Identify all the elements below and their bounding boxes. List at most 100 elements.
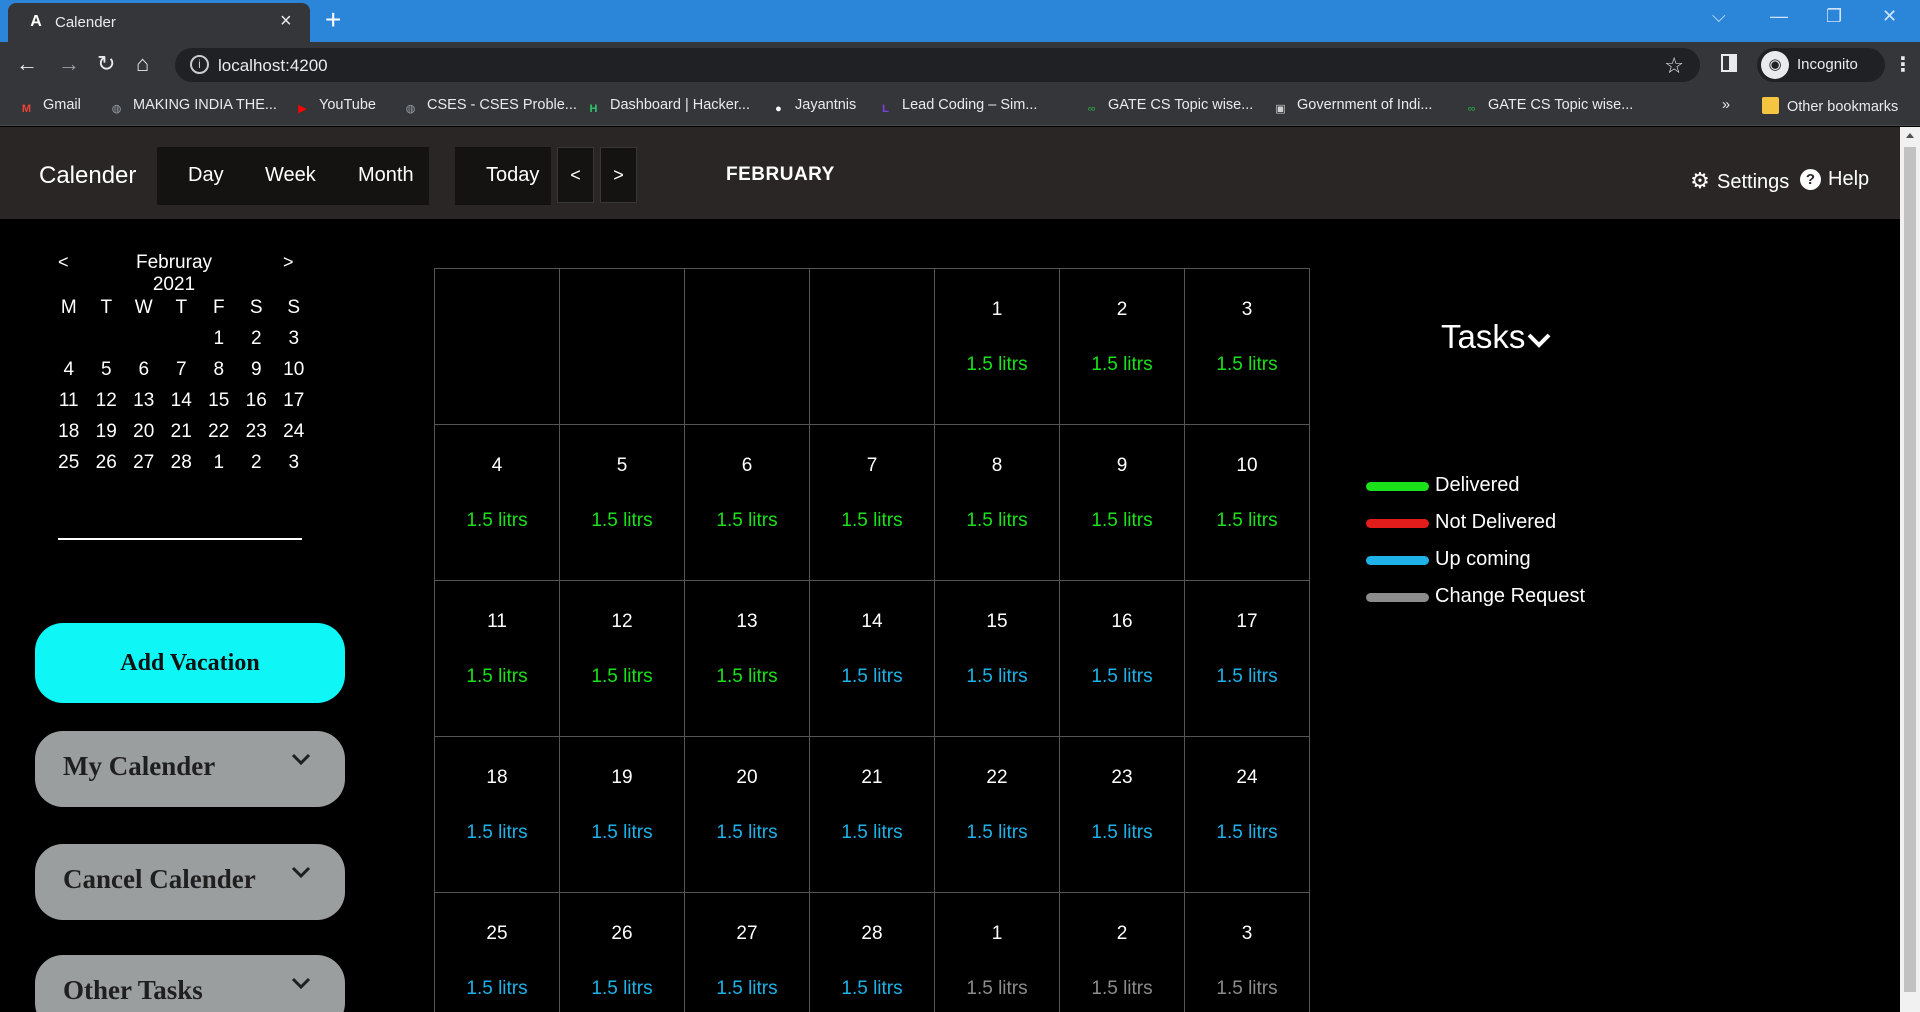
day-cell[interactable]: 12 1.5 litrs [560, 581, 685, 737]
day-cell[interactable]: 26 1.5 litrs [560, 893, 685, 1012]
day-cell[interactable]: 19 1.5 litrs [560, 737, 685, 893]
mini-day[interactable]: 12 [88, 385, 126, 416]
mini-prev-button[interactable]: < [58, 252, 69, 273]
back-icon[interactable]: ← [16, 52, 38, 76]
day-cell[interactable]: 27 1.5 litrs [685, 893, 810, 1012]
mini-day[interactable]: 7 [163, 354, 201, 385]
mini-day[interactable]: 1 [200, 447, 238, 478]
mini-day[interactable]: 27 [125, 447, 163, 478]
bookmark-item[interactable]: ● Jayantnis [770, 97, 856, 118]
browser-menu-icon[interactable]: ⋮ [1893, 52, 1913, 77]
mini-day[interactable]: 26 [88, 447, 126, 478]
bookmark-star-icon[interactable]: ☆ [1664, 53, 1684, 79]
window-close-icon[interactable]: ✕ [1882, 6, 1897, 27]
bookmark-item[interactable]: ◍ MAKING INDIA THE... [108, 97, 277, 118]
page-scrollbar[interactable] [1900, 127, 1920, 1012]
new-tab-icon[interactable]: + [325, 5, 341, 35]
side-panel-icon[interactable] [1721, 54, 1737, 72]
reload-icon[interactable]: ↻ [97, 52, 115, 76]
other-tasks-accordion[interactable]: Other Tasks [35, 955, 345, 1012]
mini-day[interactable]: 13 [125, 385, 163, 416]
day-cell[interactable]: 1 1.5 litrs [935, 269, 1060, 425]
home-icon[interactable]: ⌂ [136, 52, 149, 76]
bookmarks-overflow-icon[interactable]: » [1722, 97, 1730, 113]
mini-day[interactable]: 18 [50, 416, 88, 447]
other-bookmarks[interactable]: Other bookmarks [1762, 97, 1898, 115]
close-tab-icon[interactable]: × [280, 11, 292, 31]
day-cell[interactable]: 2 1.5 litrs [1060, 893, 1185, 1012]
day-cell[interactable]: 4 1.5 litrs [435, 425, 560, 581]
help-button[interactable]: ? Help [1800, 168, 1869, 191]
mini-day[interactable]: 3 [275, 323, 313, 354]
mini-day[interactable]: 2 [238, 447, 276, 478]
bookmark-item[interactable]: M Gmail [18, 97, 81, 118]
day-cell[interactable]: 8 1.5 litrs [935, 425, 1060, 581]
bookmark-item[interactable]: ∞ GATE CS Topic wise... [1083, 97, 1254, 118]
prev-month-button[interactable]: < [557, 147, 594, 203]
mini-day[interactable]: 10 [275, 354, 313, 385]
mini-day[interactable]: 22 [200, 416, 238, 447]
mini-day[interactable]: 3 [275, 447, 313, 478]
mini-next-button[interactable]: > [283, 252, 294, 273]
settings-button[interactable]: ⚙ Settings [1689, 168, 1789, 194]
view-week-button[interactable]: Week [265, 164, 316, 187]
day-cell[interactable]: 25 1.5 litrs [435, 893, 560, 1012]
add-vacation-button[interactable]: Add Vacation [35, 623, 345, 703]
day-cell[interactable]: 15 1.5 litrs [935, 581, 1060, 737]
mini-day[interactable]: 1 [200, 323, 238, 354]
url-text[interactable]: localhost:4200 [218, 56, 328, 76]
view-day-button[interactable]: Day [188, 164, 224, 187]
minimize-icon[interactable]: — [1770, 6, 1788, 27]
day-cell[interactable]: 20 1.5 litrs [685, 737, 810, 893]
mini-day[interactable]: 5 [88, 354, 126, 385]
day-cell[interactable]: 11 1.5 litrs [435, 581, 560, 737]
day-cell[interactable]: 16 1.5 litrs [1060, 581, 1185, 737]
address-bar[interactable]: i localhost:4200 ☆ [175, 48, 1700, 82]
day-cell[interactable]: 28 1.5 litrs [810, 893, 935, 1012]
tab-search-icon[interactable]: ⌵ [1712, 6, 1726, 27]
incognito-profile-button[interactable]: ◉ Incognito [1757, 48, 1885, 82]
mini-day[interactable]: 8 [200, 354, 238, 385]
chevron-down-icon[interactable] [1526, 330, 1552, 350]
day-cell[interactable]: 24 1.5 litrs [1185, 737, 1310, 893]
mini-day[interactable]: 20 [125, 416, 163, 447]
mini-day[interactable]: 9 [238, 354, 276, 385]
day-cell[interactable]: 18 1.5 litrs [435, 737, 560, 893]
view-month-button[interactable]: Month [358, 164, 414, 187]
day-cell[interactable]: 9 1.5 litrs [1060, 425, 1185, 581]
day-cell[interactable]: 3 1.5 litrs [1185, 269, 1310, 425]
next-month-button[interactable]: > [600, 147, 637, 203]
day-cell[interactable]: 21 1.5 litrs [810, 737, 935, 893]
mini-day[interactable]: 17 [275, 385, 313, 416]
scroll-up-icon[interactable] [1906, 133, 1914, 138]
mini-day[interactable]: 11 [50, 385, 88, 416]
restore-icon[interactable]: ❐ [1826, 6, 1842, 27]
mini-day[interactable]: 19 [88, 416, 126, 447]
day-cell[interactable]: 22 1.5 litrs [935, 737, 1060, 893]
tasks-dropdown[interactable]: Tasks [1441, 318, 1525, 356]
mini-day[interactable]: 6 [125, 354, 163, 385]
mini-day[interactable]: 28 [163, 447, 201, 478]
mini-day[interactable]: 15 [200, 385, 238, 416]
day-cell[interactable]: 13 1.5 litrs [685, 581, 810, 737]
forward-icon[interactable]: → [58, 52, 80, 76]
day-cell[interactable]: 23 1.5 litrs [1060, 737, 1185, 893]
mini-day[interactable]: 23 [238, 416, 276, 447]
mini-day[interactable]: 25 [50, 447, 88, 478]
day-cell[interactable]: 3 1.5 litrs [1185, 893, 1310, 1012]
mini-day[interactable]: 2 [238, 323, 276, 354]
bookmark-item[interactable]: ▣ Government of Indi... [1272, 97, 1432, 118]
scroll-thumb[interactable] [1904, 147, 1916, 992]
day-cell[interactable]: 6 1.5 litrs [685, 425, 810, 581]
site-info-icon[interactable]: i [190, 55, 209, 74]
my-calender-accordion[interactable]: My Calender [35, 731, 345, 807]
day-cell[interactable]: 2 1.5 litrs [1060, 269, 1185, 425]
browser-tab[interactable]: A Calender × [8, 3, 310, 42]
bookmark-item[interactable]: ▶ YouTube [294, 97, 376, 118]
today-button[interactable]: Today [455, 147, 551, 205]
cancel-calender-accordion[interactable]: Cancel Calender [35, 844, 345, 920]
day-cell[interactable]: 7 1.5 litrs [810, 425, 935, 581]
mini-day[interactable]: 4 [50, 354, 88, 385]
day-cell[interactable]: 14 1.5 litrs [810, 581, 935, 737]
bookmark-item[interactable]: H Dashboard | Hacker... [585, 97, 750, 118]
